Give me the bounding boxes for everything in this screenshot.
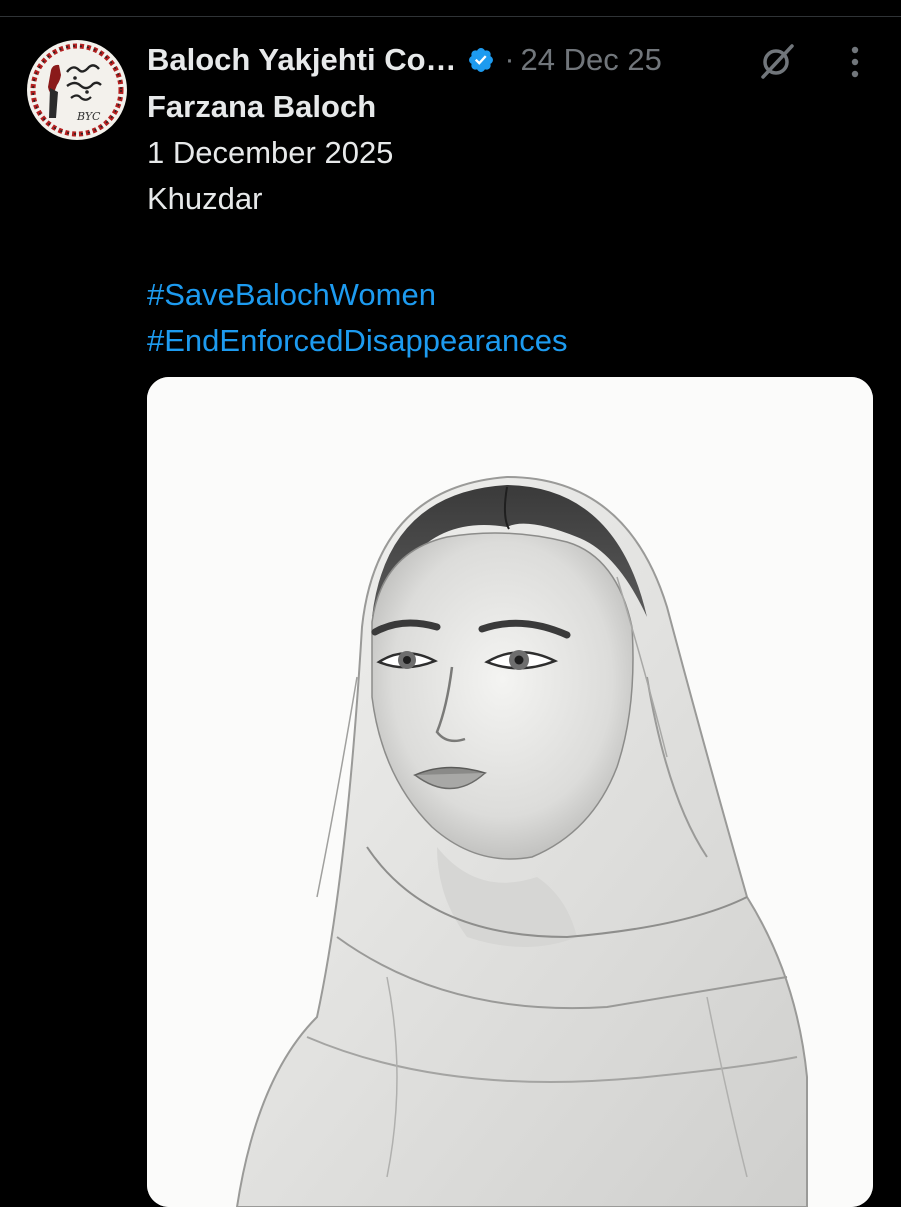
top-divider <box>0 0 901 17</box>
post-place-line: Khuzdar <box>147 181 263 216</box>
grok-icon[interactable] <box>757 41 797 81</box>
byc-logo-icon: BYC <box>28 41 126 139</box>
more-vertical-icon[interactable] <box>840 44 870 80</box>
pencil-sketch-portrait <box>147 377 873 1207</box>
svg-text:BYC: BYC <box>76 110 101 123</box>
hashtag-link[interactable]: #SaveBalochWomen <box>147 272 877 318</box>
post-timestamp[interactable]: 24 Dec 25 <box>521 42 662 78</box>
post[interactable]: BYC Baloch Yakjehti Co… · 24 Dec 25 Farz… <box>0 16 901 1207</box>
post-image[interactable] <box>147 377 873 1207</box>
hashtag-link[interactable]: #EndEnforcedDisappearances <box>147 318 877 364</box>
post-date-line: 1 December 2025 <box>147 135 394 170</box>
author-avatar[interactable]: BYC <box>27 40 127 140</box>
verified-badge-icon[interactable] <box>467 46 495 74</box>
post-text: Farzana Baloch 1 December 2025 Khuzdar #… <box>147 84 877 364</box>
post-header: Baloch Yakjehti Co… · 24 Dec 25 <box>147 40 662 80</box>
post-name-line: Farzana Baloch <box>147 89 377 124</box>
separator-dot: · <box>504 43 515 76</box>
author-display-name[interactable]: Baloch Yakjehti Co… <box>147 42 457 78</box>
